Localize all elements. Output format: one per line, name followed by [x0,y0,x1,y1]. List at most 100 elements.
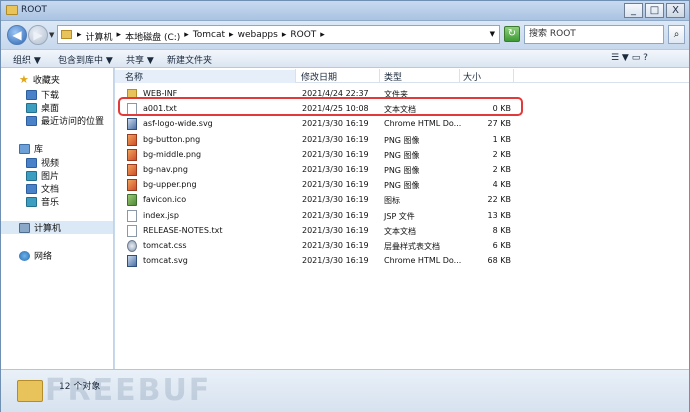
cell-size: 68 KB [487,256,511,266]
cell-type: 文本文档 [384,226,416,236]
cell-name: bg-upper.png [143,180,197,190]
table-row[interactable]: bg-middle.png 2021/3/30 16:19 PNG 图像 2 KB [115,148,515,162]
nav-recent-label: 最近访问的位置 [41,117,105,127]
music-icon [26,196,37,207]
cell-name: bg-nav.png [143,165,188,174]
nav-libraries[interactable]: 库 [19,142,43,155]
png-file-icon [127,179,137,192]
nav-documents[interactable]: 文档 [26,182,59,195]
search-input[interactable]: 搜索 ROOT [524,25,664,44]
breadcrumb-separator[interactable]: ▸ [229,30,234,43]
library-icon [19,143,30,154]
navigation-row: ◀ ▶ ▼ ▸ 计算机 ▸ 本地磁盘 (C:) ▸ Tomcat ▸ webap… [1,21,689,49]
breadcrumb-separator[interactable]: ▸ [117,30,122,43]
breadcrumb-separator[interactable]: ▸ [282,30,287,43]
table-row[interactable]: tomcat.css 2021/3/30 16:19 层叠样式表文档 6 KB [115,239,515,253]
window-controls: _ □ X [624,3,685,18]
css-file-icon [127,240,137,252]
cell-modified: 2021/3/30 16:19 [302,256,369,266]
table-row[interactable]: index.jsp 2021/3/30 16:19 JSP 文件 13 KB [115,209,515,223]
minimize-button[interactable]: _ [624,3,643,18]
cell-size: 6 KB [492,241,511,250]
cell-name: tomcat.svg [143,256,188,266]
breadcrumb-local-disk[interactable]: 本地磁盘 (C:) [125,30,180,43]
nav-videos-label: 视频 [41,159,60,169]
title-bar[interactable]: ROOT _ □ X [1,1,689,21]
breadcrumb-separator[interactable]: ▸ [77,30,82,43]
nav-documents-label: 文档 [41,185,60,195]
table-row[interactable]: tomcat.svg 2021/3/30 16:19 Chrome HTML Do.… [115,254,515,268]
table-row[interactable]: bg-button.png 2021/3/30 16:19 PNG 图像 1 KB [115,133,515,147]
table-row[interactable]: favicon.ico 2021/3/30 16:19 图标 22 KB [115,193,515,207]
cell-size: 8 KB [492,225,511,235]
column-header-name[interactable]: 名称 [115,70,295,83]
nav-favorites[interactable]: ★ 收藏夹 [19,73,60,87]
column-header-modified[interactable]: 修改日期 [301,70,337,83]
nav-computer[interactable]: 计算机 [1,221,113,234]
breadcrumb-separator[interactable]: ▸ [184,30,189,43]
breadcrumb-webapps[interactable]: webapps [238,30,278,43]
breadcrumb-separator[interactable]: ▸ [320,30,325,43]
cell-size: 2 KB [492,149,511,159]
cell-name: bg-button.png [143,134,201,144]
desktop-icon [26,102,37,113]
nav-network-label: 网络 [34,252,53,262]
cell-type: Chrome HTML Do... [384,256,462,266]
png-file-icon [127,148,137,161]
cell-size: 4 KB [492,180,511,190]
table-row[interactable]: bg-nav.png 2021/3/30 16:19 PNG 图像 2 KB [115,163,515,177]
table-row[interactable]: RELEASE-NOTES.txt 2021/3/30 16:19 文本文档 8 KB [115,224,515,238]
breadcrumb-tomcat[interactable]: Tomcat [193,30,225,43]
view-options[interactable]: ☰ ▼ ▭ ? [611,53,648,63]
address-bar[interactable]: ▸ 计算机 ▸ 本地磁盘 (C:) ▸ Tomcat ▸ webapps ▸ R… [57,25,500,44]
cell-type: JSP 文件 [384,211,415,221]
close-button[interactable]: X [666,3,685,18]
nav-pictures[interactable]: 图片 [26,169,59,182]
nav-favorites-label: 收藏夹 [32,76,60,86]
nav-downloads-label: 下载 [41,91,60,101]
maximize-button[interactable]: □ [645,3,664,18]
nav-computer-label: 计算机 [34,224,62,234]
column-header-size[interactable]: 大小 [463,70,481,83]
organize-button[interactable]: 组织 ▼ [13,53,41,66]
cell-type: 图标 [384,196,400,206]
cell-size: 22 KB [487,195,511,205]
cell-size: 2 KB [492,165,511,174]
nav-music[interactable]: 音乐 [26,195,59,208]
refresh-button[interactable]: ↻ [504,26,520,42]
magnifier-icon[interactable]: ⌕ [668,25,685,44]
ico-file-icon [127,194,137,207]
cell-size: 27 KB [487,119,511,129]
back-button[interactable]: ◀ [7,25,27,45]
file-list: 名称 修改日期 类型 大小 WEB-INF 2021/4/24 22:37 文件夹 a… [115,68,689,369]
new-folder-button[interactable]: 新建文件夹 [167,53,212,66]
include-in-library-button[interactable]: 包含到库中 ▼ [58,53,113,66]
forward-button[interactable]: ▶ [28,25,48,45]
table-row[interactable]: bg-upper.png 2021/3/30 16:19 PNG 图像 4 KB [115,178,515,192]
txt-file-icon [127,209,137,222]
nav-videos[interactable]: 视频 [26,156,59,169]
cell-name: tomcat.css [143,241,187,250]
cell-type: PNG 图像 [384,181,420,191]
cell-modified: 2021/3/30 16:19 [302,119,369,129]
folder-icon [17,380,43,402]
history-dropdown-icon[interactable]: ▼ [49,31,54,39]
status-bar: FREEBUF 12 个对象 [1,369,689,412]
column-header-type[interactable]: 类型 [384,70,402,83]
cell-name: favicon.ico [143,195,187,205]
breadcrumb-computer[interactable]: 计算机 [86,30,113,43]
address-dropdown-icon[interactable]: ▼ [490,30,495,38]
share-button[interactable]: 共享 ▼ [126,53,154,66]
breadcrumb: ▸ 计算机 ▸ 本地磁盘 (C:) ▸ Tomcat ▸ webapps ▸ R… [77,30,325,43]
breadcrumb-root[interactable]: ROOT [290,30,316,43]
cell-modified: 2021/3/30 16:19 [302,180,369,190]
video-icon [26,157,37,168]
nav-downloads[interactable]: 下载 [26,88,59,101]
nav-pictures-label: 图片 [41,172,60,182]
nav-recent[interactable]: 最近访问的位置 [26,114,104,127]
table-row[interactable]: asf-logo-wide.svg 2021/3/30 16:19 Chrome H… [115,117,515,131]
nav-desktop[interactable]: 桌面 [26,101,59,114]
png-file-icon [127,133,137,146]
nav-network[interactable]: 网络 [19,249,52,262]
item-count: 12 个对象 [59,382,101,392]
